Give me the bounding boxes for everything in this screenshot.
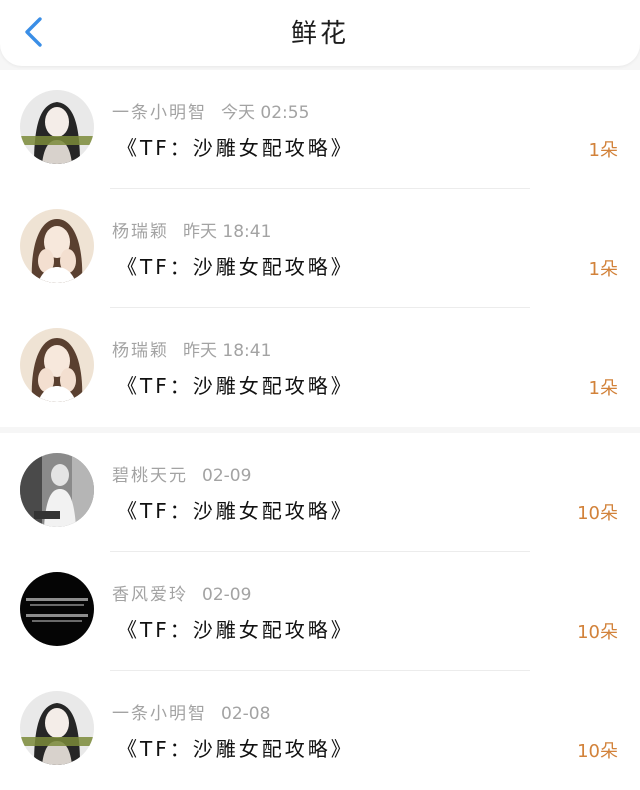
flower-count: 10朵 xyxy=(577,503,618,524)
record-row[interactable]: 一条小明智 02-08 《TF：沙雕女配攻略》 10朵 xyxy=(0,671,640,790)
record-row[interactable]: 碧桃天元 02-09 《TF：沙雕女配攻略》 10朵 xyxy=(0,433,640,552)
book-title: 《TF：沙雕女配攻略》 xyxy=(117,374,354,398)
record-time: 昨天 18:41 xyxy=(183,222,272,242)
book-title: 《TF：沙雕女配攻略》 xyxy=(117,255,354,279)
avatar[interactable] xyxy=(20,691,94,765)
record-meta: 一条小明智 02-08 xyxy=(112,699,270,724)
page-title: 鲜花 xyxy=(290,19,349,49)
flower-count: 10朵 xyxy=(577,741,618,762)
flower-count: 1朵 xyxy=(588,378,618,399)
flower-count: 10朵 xyxy=(577,622,618,643)
sender-name[interactable]: 一条小明智 xyxy=(112,704,207,724)
sender-name[interactable]: 碧桃天元 xyxy=(112,466,188,486)
record-time: 02-08 xyxy=(221,704,271,724)
avatar[interactable] xyxy=(20,453,94,527)
avatar[interactable] xyxy=(20,328,94,402)
book-title: 《TF：沙雕女配攻略》 xyxy=(117,618,354,642)
record-meta: 香风爱玲 02-09 xyxy=(112,580,251,605)
flower-count: 1朵 xyxy=(588,259,618,280)
top-bar: 鲜花 xyxy=(0,0,640,66)
avatar[interactable] xyxy=(20,572,94,646)
record-meta: 杨瑞颖 昨天 18:41 xyxy=(112,336,271,361)
record-group-recent: 一条小明智 今天 02:55 《TF：沙雕女配攻略》 1朵 杨瑞颖 昨天 18:41 xyxy=(0,70,640,427)
book-title: 《TF：沙雕女配攻略》 xyxy=(117,737,354,761)
record-meta: 一条小明智 今天 02:55 xyxy=(112,98,309,123)
flower-count: 1朵 xyxy=(588,140,618,161)
record-row[interactable]: 杨瑞颖 昨天 18:41 《TF：沙雕女配攻略》 1朵 xyxy=(0,189,640,308)
flower-record-list: 一条小明智 今天 02:55 《TF：沙雕女配攻略》 1朵 杨瑞颖 昨天 18:41 xyxy=(0,70,640,790)
record-row[interactable]: 一条小明智 今天 02:55 《TF：沙雕女配攻略》 1朵 xyxy=(0,70,640,189)
record-time: 02-09 xyxy=(202,466,252,486)
record-group-earlier: 碧桃天元 02-09 《TF：沙雕女配攻略》 10朵 香风爱玲 02-09 《TF：… xyxy=(0,433,640,790)
book-title: 《TF：沙雕女配攻略》 xyxy=(117,499,354,523)
book-title: 《TF：沙雕女配攻略》 xyxy=(117,136,354,160)
record-time: 昨天 18:41 xyxy=(183,341,272,361)
record-time: 今天 02:55 xyxy=(221,103,310,123)
record-time: 02-09 xyxy=(202,585,252,605)
avatar[interactable] xyxy=(20,90,94,164)
record-row[interactable]: 杨瑞颖 昨天 18:41 《TF：沙雕女配攻略》 1朵 xyxy=(0,308,640,427)
sender-name[interactable]: 一条小明智 xyxy=(112,103,207,123)
sender-name[interactable]: 杨瑞颖 xyxy=(112,222,169,242)
sender-name[interactable]: 香风爱玲 xyxy=(112,585,188,605)
sender-name[interactable]: 杨瑞颖 xyxy=(112,341,169,361)
record-meta: 碧桃天元 02-09 xyxy=(112,461,251,486)
record-row[interactable]: 香风爱玲 02-09 《TF：沙雕女配攻略》 10朵 xyxy=(0,552,640,671)
avatar[interactable] xyxy=(20,209,94,283)
record-meta: 杨瑞颖 昨天 18:41 xyxy=(112,217,271,242)
